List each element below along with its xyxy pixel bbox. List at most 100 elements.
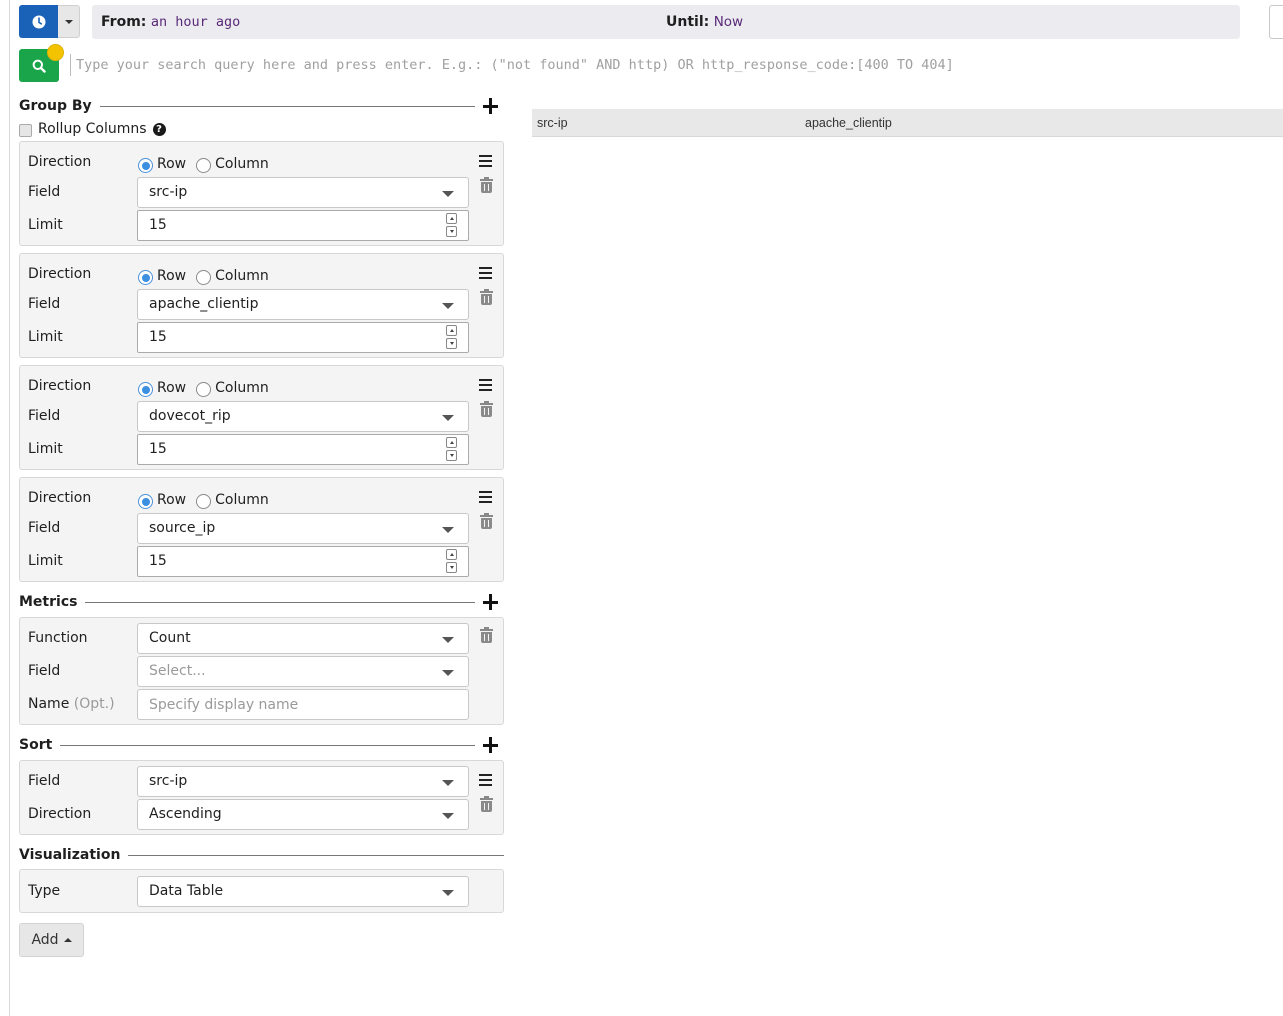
group-by-card: Direction Row Column Field dovecot_rip L… [19,365,504,470]
until-label: Until: [666,14,710,30]
direction-radio-group: Row Column [138,491,279,509]
visualization-type-select[interactable]: Data Table [137,876,469,907]
field-label: Field [28,184,61,200]
increment-icon[interactable] [446,437,457,448]
chevron-down-icon [442,303,454,309]
direction-row-radio[interactable] [138,158,153,173]
limit-stepper[interactable] [446,213,458,238]
direction-column-radio[interactable] [196,494,212,509]
direction-row-radio[interactable] [138,494,153,509]
limit-input[interactable]: 15 [137,434,469,465]
delete-trash-icon[interactable] [480,177,493,194]
time-range-dropdown-toggle[interactable] [58,5,80,38]
limit-stepper[interactable] [446,325,458,350]
metric-field-select[interactable]: Select... [137,656,469,687]
rollup-columns-checkbox[interactable] [19,123,32,137]
add-button-label: Add [31,932,59,948]
metric-function-select[interactable]: Count [137,623,469,654]
reorder-bars-icon[interactable] [479,155,493,167]
group-by-field-select[interactable]: dovecot_rip [137,401,469,432]
group-by-field-select[interactable]: source_ip [137,513,469,544]
limit-input[interactable]: 15 [137,546,469,577]
delete-trash-icon[interactable] [480,289,493,306]
sort-direction-select[interactable]: Ascending [137,799,469,830]
chevron-down-icon [442,813,454,819]
metrics-header: Metrics [19,592,504,612]
group-by-field-select[interactable]: src-ip [137,177,469,208]
increment-icon[interactable] [446,549,457,560]
increment-icon[interactable] [446,325,457,336]
delete-trash-icon[interactable] [480,627,493,644]
direction-radio-group: Row Column [138,379,279,397]
time-range-button[interactable] [19,5,58,38]
time-from: From: an hour ago [101,14,240,30]
toolbar-edge-control[interactable] [1269,5,1283,39]
column-option-label: Column [215,380,269,396]
add-metric-plus-icon[interactable] [483,594,499,610]
sort-header: Sort [19,735,504,755]
group-by-card: Direction Row Column Field source_ip Lim… [19,477,504,582]
add-sort-plus-icon[interactable] [483,737,499,753]
sort-card: Field src-ip Direction Ascending [19,760,504,835]
direction-column-radio[interactable] [196,270,212,285]
column-header-apache-clientip[interactable]: apache_clientip [805,116,892,130]
field-label: Field [28,520,61,536]
chevron-down-icon [442,670,454,676]
field-label: Field [28,663,61,679]
column-header-src-ip[interactable]: src-ip [537,116,568,130]
direction-row-radio[interactable] [138,382,153,397]
section-divider [99,105,475,107]
section-divider [128,854,504,856]
direction-label: Direction [28,266,92,282]
metric-display-name-input[interactable] [137,689,469,720]
add-button[interactable]: Add [19,923,84,957]
delete-trash-icon[interactable] [480,796,493,813]
direction-label: Direction [28,154,92,170]
limit-input[interactable]: 15 [137,210,469,241]
direction-column-radio[interactable] [196,158,212,173]
sort-field-select[interactable]: src-ip [137,766,469,797]
question-circle-icon[interactable]: ? [152,122,166,136]
direction-row-radio[interactable] [138,270,153,285]
clock-icon [32,15,45,28]
direction-column-radio[interactable] [196,382,212,397]
group-by-field-select[interactable]: apache_clientip [137,289,469,320]
select-value: dovecot_rip [149,408,231,424]
group-by-card: Direction Row Column Field src-ip Limit … [19,141,504,246]
column-option-label: Column [215,156,269,172]
limit-value: 15 [149,441,167,457]
rollup-columns: Rollup Columns ? [19,121,166,137]
decrement-icon[interactable] [446,450,457,461]
decrement-icon[interactable] [446,562,457,573]
decrement-icon[interactable] [446,226,457,237]
chevron-down-icon [442,415,454,421]
limit-input[interactable]: 15 [137,322,469,353]
reorder-bars-icon[interactable] [479,379,493,391]
type-label: Type [28,883,61,899]
caret-down-icon [64,19,73,24]
decrement-icon[interactable] [446,338,457,349]
direction-radio-group: Row Column [138,155,279,173]
limit-stepper[interactable] [446,437,458,462]
add-group-by-plus-icon[interactable] [483,98,499,114]
direction-label: Direction [28,490,92,506]
row-option-label: Row [157,268,187,284]
reorder-bars-icon[interactable] [479,774,493,786]
reorder-bars-icon[interactable] [479,491,493,503]
unsaved-indicator-dot [47,44,64,61]
section-divider [85,601,475,603]
direction-label: Direction [28,806,92,822]
reorder-bars-icon[interactable] [479,267,493,279]
from-label: From: [101,14,147,30]
row-option-label: Row [157,492,187,508]
group-by-header: Group By [19,96,504,116]
row-option-label: Row [157,156,187,172]
select-value: Ascending [149,806,222,822]
visualization-header: Visualization [19,845,504,865]
search-query-input[interactable] [70,54,1270,76]
time-range-display[interactable]: From: an hour ago Until: Now [92,5,1240,39]
delete-trash-icon[interactable] [480,513,493,530]
delete-trash-icon[interactable] [480,401,493,418]
increment-icon[interactable] [446,213,457,224]
limit-stepper[interactable] [446,549,458,574]
